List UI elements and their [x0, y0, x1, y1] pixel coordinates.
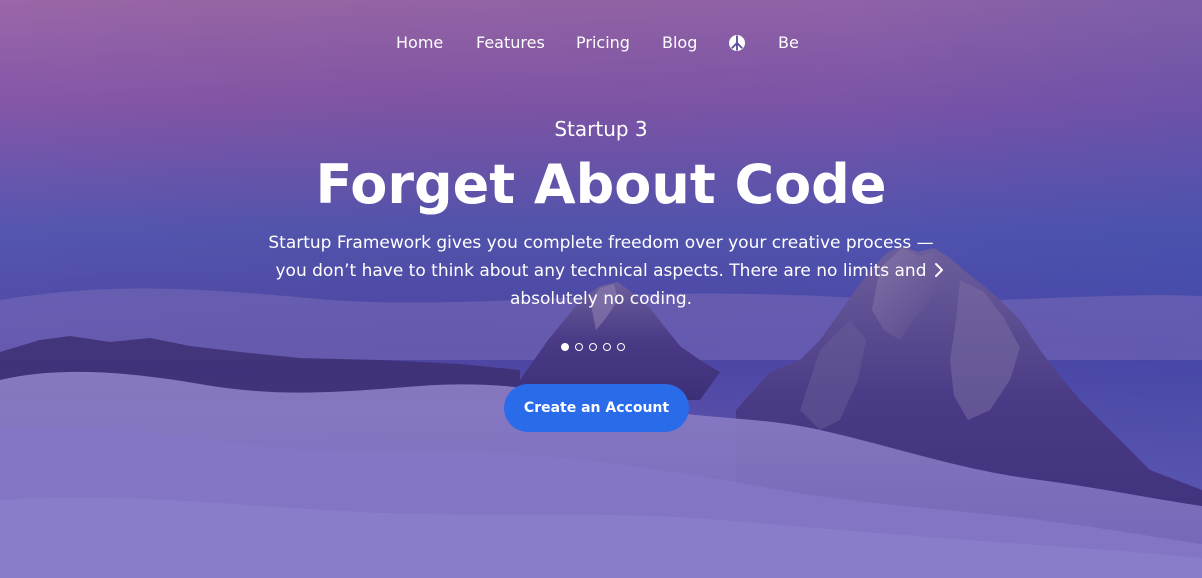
top-navigation: Home Features Pricing Blog Be: [0, 30, 1202, 56]
nav-item-be[interactable]: Be: [778, 30, 799, 56]
slide-dot-1[interactable]: [561, 343, 569, 351]
nav-item-pricing[interactable]: Pricing: [576, 30, 630, 56]
nav-item-blog[interactable]: Blog: [662, 30, 697, 56]
chevron-right-icon[interactable]: [928, 258, 950, 282]
hero-description: Startup Framework gives you complete fre…: [268, 233, 934, 309]
hero-title: Forget About Code: [315, 153, 887, 216]
slide-dot-4[interactable]: [603, 343, 611, 351]
nav-item-features[interactable]: Features: [476, 30, 545, 56]
hero-subtitle: Startup 3: [554, 117, 648, 141]
nav-item-home[interactable]: Home: [396, 30, 443, 56]
create-account-button[interactable]: Create an Account: [504, 384, 689, 432]
peace-sign-icon[interactable]: [728, 34, 746, 52]
slide-dot-5[interactable]: [617, 343, 625, 351]
slide-dot-2[interactable]: [575, 343, 583, 351]
slide-dot-3[interactable]: [589, 343, 597, 351]
slider-pagination: [561, 343, 625, 353]
hero-section: Home Features Pricing Blog Be Startup 3 …: [0, 0, 1202, 578]
